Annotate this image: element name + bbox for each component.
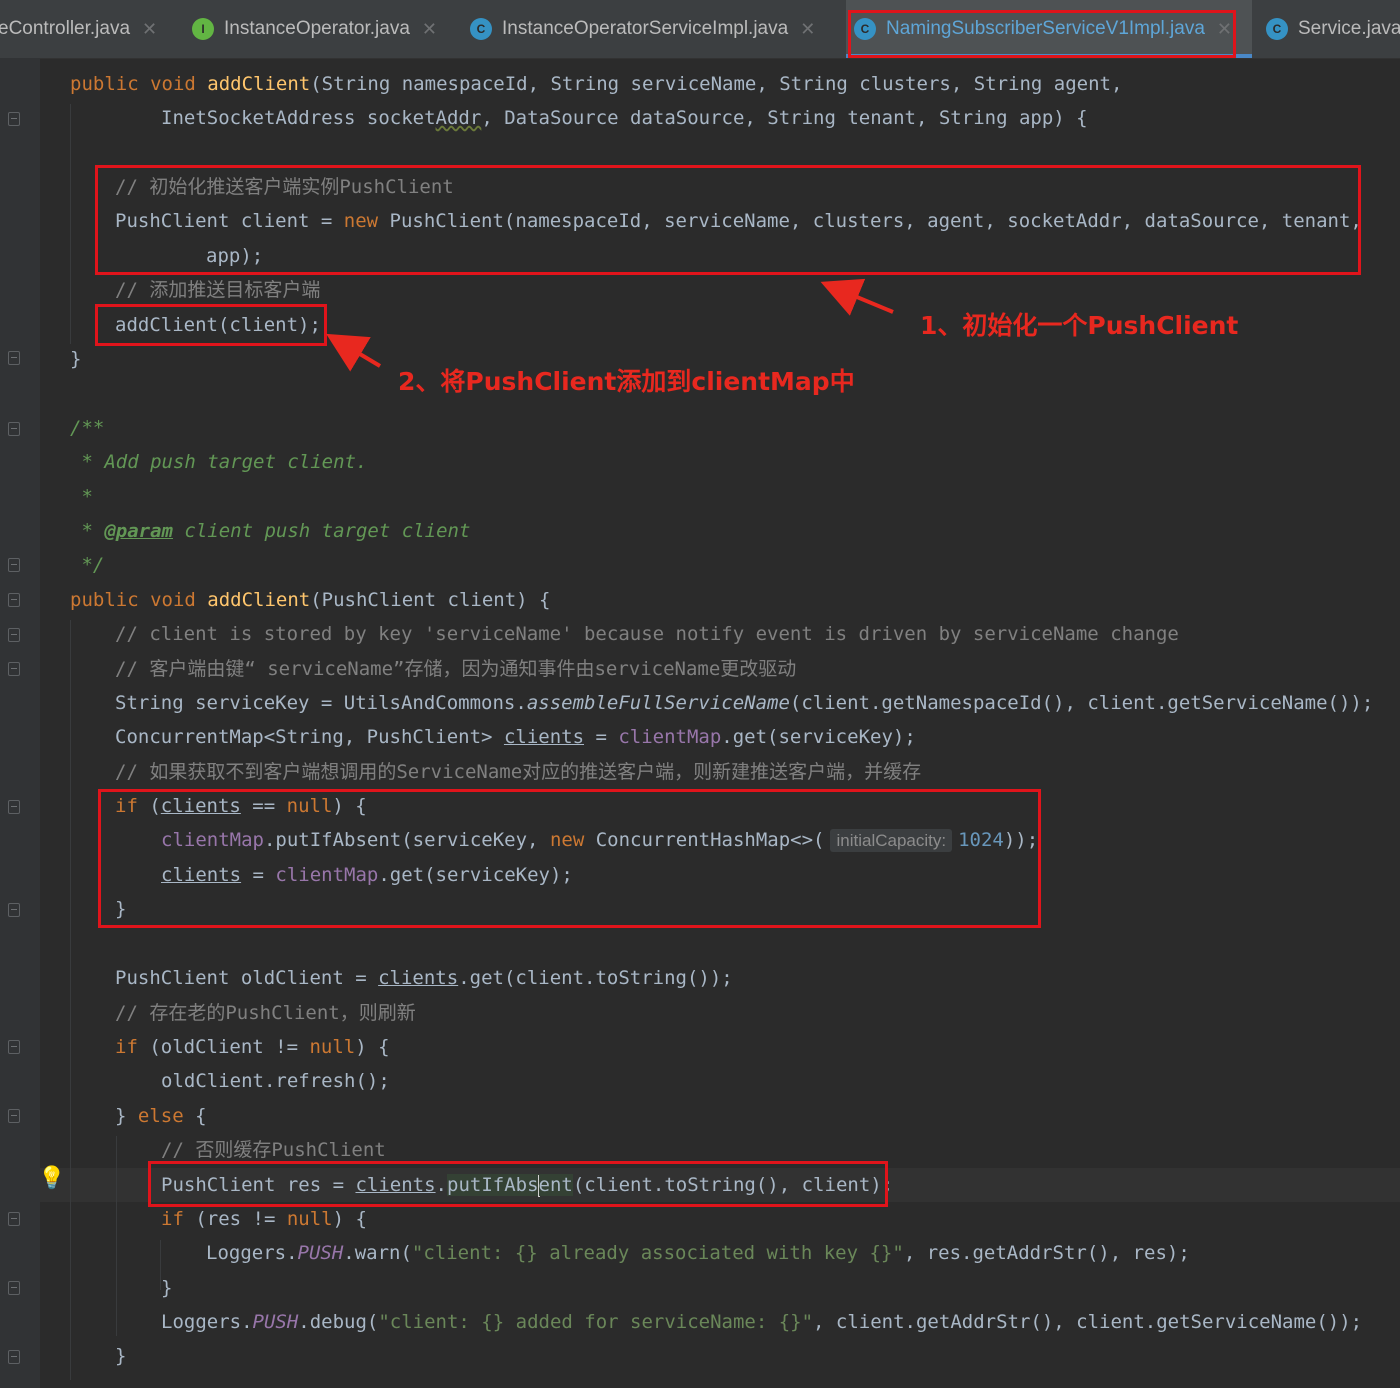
annotation-init-pushclient: 1、初始化一个PushClient: [920, 311, 1239, 340]
annotation-add-to-clientmap: 2、将PushClient添加到clientMap中: [398, 367, 855, 396]
arrow-to-init: [820, 278, 894, 316]
annotation-arrows: [326, 278, 894, 372]
arrow-to-addclient: [326, 333, 382, 372]
